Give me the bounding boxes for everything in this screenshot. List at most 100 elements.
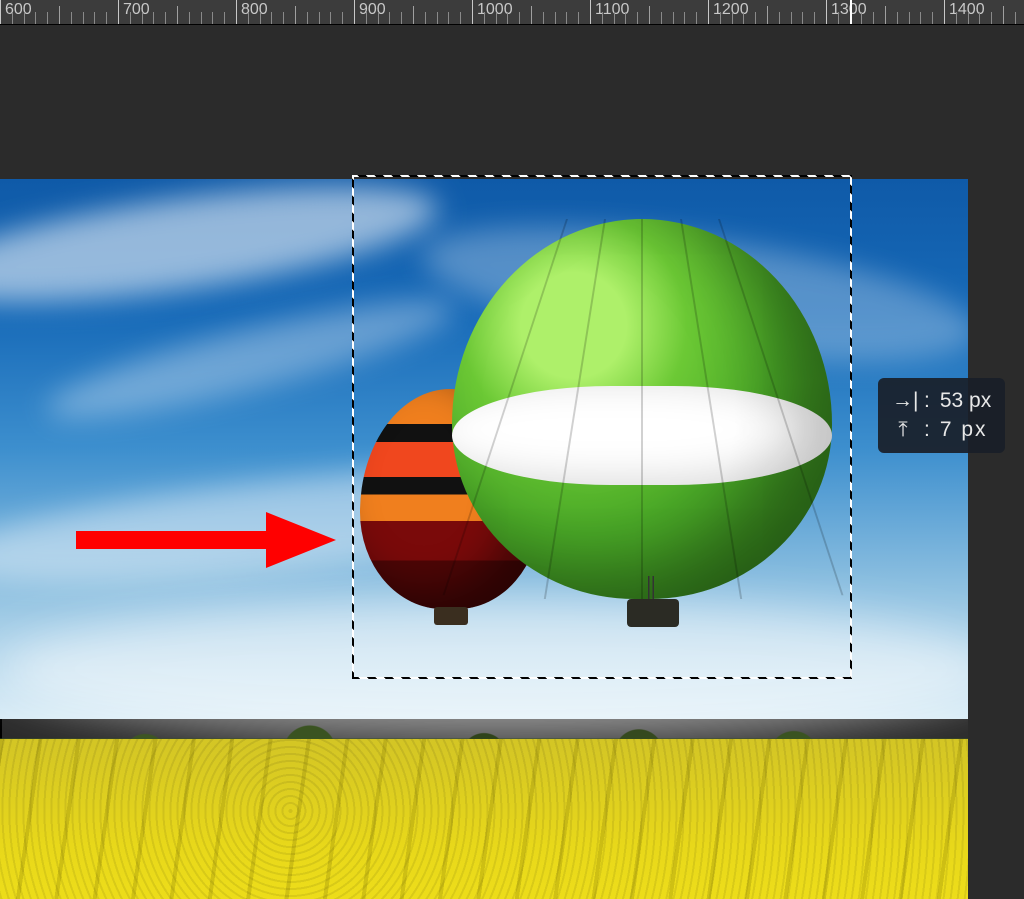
ruler-major-tick: 1300 [826,0,827,24]
ruler-minor-tick [24,12,25,24]
ruler-minor-tick [802,12,803,24]
ruler-label: 600 [5,1,32,19]
ruler-minor-tick [460,12,461,24]
ruler-mid-tick [295,6,296,24]
ruler-minor-tick [484,12,485,24]
ruler-minor-tick [909,12,910,24]
ruler-minor-tick [743,12,744,24]
ruler-minor-tick [1015,12,1016,24]
ruler-minor-tick [307,12,308,24]
ruler-mid-tick [177,6,178,24]
tooltip-x-sep: : [924,386,930,415]
ruler-minor-tick [720,12,721,24]
ruler-minor-tick [165,12,166,24]
ruler-label: 900 [359,1,386,19]
ruler-minor-tick [142,12,143,24]
ruler-minor-tick [71,12,72,24]
ruler-minor-tick [602,12,603,24]
ruler-minor-tick [614,12,615,24]
ruler-major-tick: 900 [354,0,355,24]
ruler-minor-tick [861,12,862,24]
ruler-mid-tick [767,6,768,24]
ruler-minor-tick [437,12,438,24]
ruler-major-tick: 1400 [944,0,945,24]
ruler-minor-tick [979,12,980,24]
ruler-mid-tick [649,6,650,24]
ruler-minor-tick [673,12,674,24]
coordinate-tooltip: →| : 53 px ⤒ : 7 px [878,378,1005,453]
annotation-arrow-icon [76,512,336,568]
ruler-minor-tick [401,12,402,24]
ruler-minor-tick [791,12,792,24]
ruler-minor-tick [130,12,131,24]
ruler-minor-tick [991,12,992,24]
ruler-minor-tick [661,12,662,24]
ruler-minor-tick [189,12,190,24]
ruler-major-tick: 1200 [708,0,709,24]
ruler-mid-tick [1003,6,1004,24]
ruler-minor-tick [212,12,213,24]
ruler-minor-tick [425,12,426,24]
ruler-minor-tick [625,12,626,24]
workbench: →| : 53 px ⤒ : 7 px [0,24,1024,874]
ruler-minor-tick [873,12,874,24]
rapeseed-field [0,739,968,899]
ruler-minor-tick [578,12,579,24]
ruler-minor-tick [224,12,225,24]
ruler-minor-tick [932,12,933,24]
ruler-minor-tick [94,12,95,24]
ruler-minor-tick [201,12,202,24]
ruler-minor-tick [448,12,449,24]
ruler-minor-tick [555,12,556,24]
ruler-label: 700 [123,1,150,19]
width-icon: →| [892,386,914,415]
ruler-major-tick: 1100 [590,0,591,24]
ruler-minor-tick [496,12,497,24]
ruler-minor-tick [637,12,638,24]
ruler-mid-tick [531,6,532,24]
ruler-minor-tick [968,12,969,24]
ruler-minor-tick [35,12,36,24]
tooltip-y-value: 7 px [940,415,988,444]
ruler-mid-tick [885,6,886,24]
ruler-minor-tick [956,12,957,24]
ruler-major-tick: 1000 [472,0,473,24]
ruler-minor-tick [47,12,48,24]
ruler-major-tick: 700 [118,0,119,24]
ruler-minor-tick [543,12,544,24]
ruler-minor-tick [519,12,520,24]
ruler-minor-tick [755,12,756,24]
ruler-minor-tick [814,12,815,24]
ruler-minor-tick [838,12,839,24]
ruler-minor-tick [389,12,390,24]
ruler-minor-tick [83,12,84,24]
ruler-minor-tick [684,12,685,24]
ruler-cursor-icon [850,0,852,24]
ruler-minor-tick [248,12,249,24]
ruler-minor-tick [342,12,343,24]
ruler-minor-tick [153,12,154,24]
selection-marquee[interactable] [352,175,852,679]
ruler-mid-tick [59,6,60,24]
ruler-minor-tick [319,12,320,24]
ruler-minor-tick [271,12,272,24]
ruler-minor-tick [732,12,733,24]
ruler-mid-tick [413,6,414,24]
ruler-minor-tick [920,12,921,24]
ruler-minor-tick [106,12,107,24]
tooltip-y-sep: : [924,415,930,444]
ruler-label: 1100 [595,1,629,19]
ruler-minor-tick [897,12,898,24]
ruler-minor-tick [330,12,331,24]
ruler-minor-tick [378,12,379,24]
horizontal-ruler[interactable]: 600 700 800 900 1000 1100 1200 1300 1400 [0,0,1024,25]
ruler-major-tick: 800 [236,0,237,24]
ruler-minor-tick [283,12,284,24]
ruler-minor-tick [779,12,780,24]
ruler-minor-tick [12,12,13,24]
ruler-minor-tick [566,12,567,24]
ruler-major-tick: 600 [0,0,1,24]
ruler-minor-tick [696,12,697,24]
ruler-minor-tick [366,12,367,24]
tooltip-x-value: 53 px [940,386,991,415]
